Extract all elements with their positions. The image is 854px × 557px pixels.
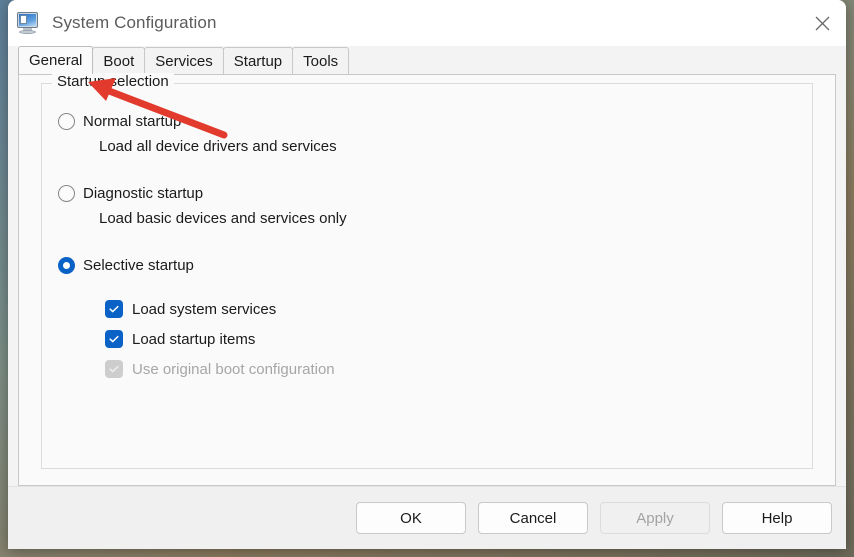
radio-selective-startup[interactable]: Selective startup <box>58 252 802 278</box>
tab-tools-label: Tools <box>303 53 338 70</box>
radio-diagnostic-startup-description: Load basic devices and services only <box>99 206 802 232</box>
tab-services-label: Services <box>155 53 213 70</box>
help-button[interactable]: Help <box>722 502 832 534</box>
checkbox-load-system-services[interactable]: Load system services <box>105 294 802 324</box>
radio-normal-startup-label: Normal startup <box>83 113 181 130</box>
checkbox-use-original-boot-configuration: Use original boot configuration <box>105 354 802 384</box>
check-icon <box>108 333 120 345</box>
radio-selective-startup-label: Selective startup <box>83 257 194 274</box>
checkbox-load-system-services-box <box>105 300 123 318</box>
radio-normal-startup-description: Load all device drivers and services <box>99 134 802 160</box>
tab-panel-general: Startup selection Normal startup Load al… <box>18 74 836 486</box>
tab-boot[interactable]: Boot <box>92 47 145 74</box>
desktop-background: System Configuration General Boot Servic… <box>0 0 854 557</box>
check-icon <box>108 303 120 315</box>
tab-general-label: General <box>29 52 82 69</box>
ok-button[interactable]: OK <box>356 502 466 534</box>
close-window-button[interactable] <box>798 0 846 46</box>
checkbox-use-original-boot-configuration-label: Use original boot configuration <box>132 361 335 378</box>
tab-startup[interactable]: Startup <box>223 47 293 74</box>
radio-diagnostic-startup-label: Diagnostic startup <box>83 185 203 202</box>
startup-selection-label: Startup selection <box>52 73 174 90</box>
radio-normal-startup-indicator <box>58 113 75 130</box>
system-configuration-icon <box>16 11 40 35</box>
startup-options: Normal startup Load all device drivers a… <box>58 108 802 384</box>
radio-diagnostic-startup[interactable]: Diagnostic startup <box>58 180 802 206</box>
title-bar: System Configuration <box>8 0 846 46</box>
checkbox-load-startup-items-box <box>105 330 123 348</box>
radio-selective-startup-indicator <box>58 257 75 274</box>
system-configuration-window: System Configuration General Boot Servic… <box>8 0 846 549</box>
apply-button-label: Apply <box>636 510 674 527</box>
tab-general[interactable]: General <box>18 46 93 74</box>
checkbox-use-original-boot-configuration-box <box>105 360 123 378</box>
tab-services[interactable]: Services <box>144 47 224 74</box>
dialog-footer: OK Cancel Apply Help <box>8 486 846 549</box>
close-icon <box>814 15 831 32</box>
radio-diagnostic-startup-indicator <box>58 185 75 202</box>
tab-boot-label: Boot <box>103 53 134 70</box>
cancel-button[interactable]: Cancel <box>478 502 588 534</box>
checkbox-load-startup-items[interactable]: Load startup items <box>105 324 802 354</box>
help-button-label: Help <box>762 510 793 527</box>
checkbox-load-system-services-label: Load system services <box>132 301 276 318</box>
window-title: System Configuration <box>52 13 217 33</box>
apply-button: Apply <box>600 502 710 534</box>
checkbox-load-startup-items-label: Load startup items <box>132 331 255 348</box>
ok-button-label: OK <box>400 510 422 527</box>
tab-startup-label: Startup <box>234 53 282 70</box>
tab-tools[interactable]: Tools <box>292 47 349 74</box>
radio-normal-startup[interactable]: Normal startup <box>58 108 802 134</box>
cancel-button-label: Cancel <box>510 510 557 527</box>
tab-strip: General Boot Services Startup Tools <box>8 46 846 74</box>
startup-selection-group: Startup selection Normal startup Load al… <box>41 83 813 469</box>
check-icon <box>108 363 120 375</box>
